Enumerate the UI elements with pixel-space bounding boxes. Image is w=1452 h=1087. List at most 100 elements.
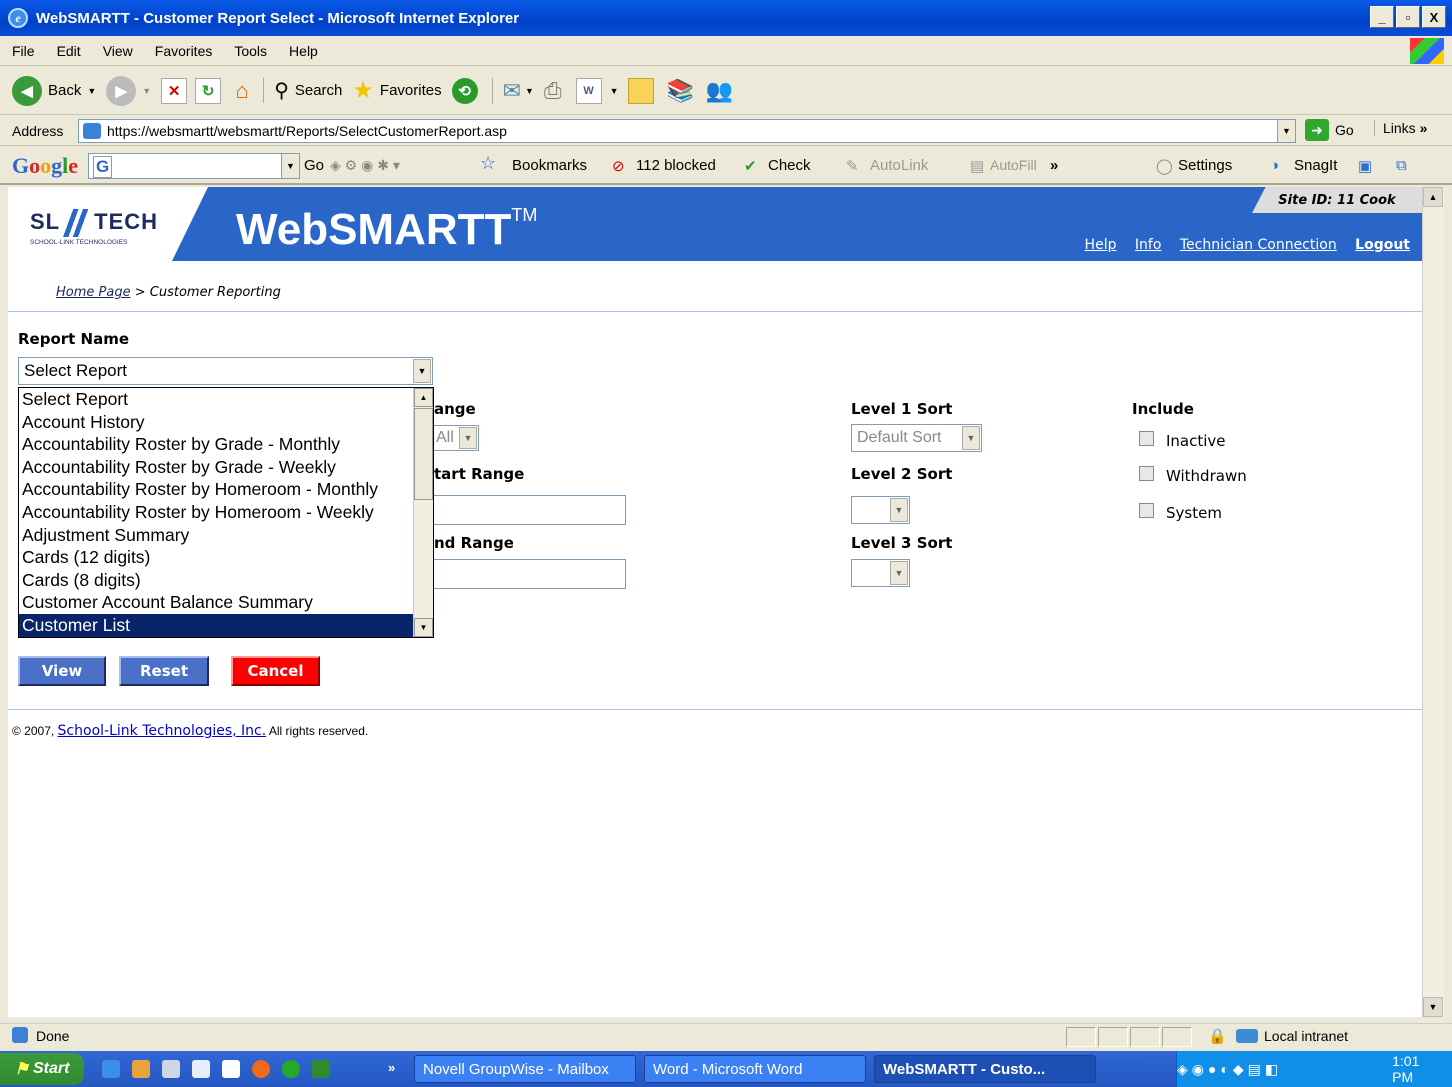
technician-connection-link[interactable]: Technician Connection (1180, 237, 1337, 253)
address-dropdown-icon[interactable]: ▼ (1277, 120, 1295, 142)
favorites-star-icon: ★ (352, 77, 374, 104)
company-link[interactable]: School-Link Technologies, Inc. (58, 723, 267, 739)
search-button[interactable]: ⚲ Search (263, 78, 342, 103)
inactive-checkbox[interactable] (1139, 431, 1154, 446)
report-option[interactable]: Accountability Roster by Homeroom - Week… (19, 501, 433, 524)
page-scroll-up-icon[interactable]: ▲ (1423, 187, 1443, 207)
menu-tools[interactable]: Tools (234, 43, 267, 59)
autolink-button[interactable]: AutoLink (870, 157, 928, 174)
quicklaunch-notepad-icon[interactable] (162, 1060, 180, 1078)
cancel-button[interactable]: Cancel (231, 656, 320, 686)
withdrawn-checkbox[interactable] (1139, 466, 1154, 481)
end-range-label: nd Range (434, 534, 514, 552)
quicklaunch-more-icon[interactable]: » (388, 1060, 395, 1075)
home-page-link[interactable]: Home Page (56, 285, 131, 300)
task-websmartt[interactable]: WebSMARTT - Custo... (874, 1055, 1096, 1083)
reset-button[interactable]: Reset (119, 656, 209, 686)
forward-button[interactable]: ▶ ▼ (106, 75, 151, 106)
start-button[interactable]: ⚑ Start (0, 1053, 84, 1085)
level3-dropdown-icon[interactable]: ▼ (890, 561, 908, 585)
scroll-thumb[interactable] (414, 408, 433, 500)
autofill-button[interactable]: AutoFill (990, 157, 1037, 173)
favorites-button[interactable]: ★ Favorites (352, 76, 441, 105)
address-url: https://websmartt/websmartt/Reports/Sele… (107, 123, 507, 139)
quicklaunch-app-icon[interactable] (132, 1060, 150, 1078)
range-dropdown-icon[interactable]: ▼ (459, 427, 477, 449)
quicklaunch-ie7-icon[interactable] (282, 1060, 300, 1078)
print-icon[interactable]: ⎙ (544, 78, 562, 104)
research-icon[interactable]: 📚 (666, 78, 693, 104)
menu-help[interactable]: Help (289, 43, 318, 59)
google-more-icon[interactable]: » (1050, 157, 1058, 174)
report-select[interactable]: Select Report ▼ (18, 357, 433, 385)
maximize-button[interactable]: ▫ (1396, 6, 1420, 28)
stop-icon[interactable]: ✕ (161, 77, 188, 104)
history-icon[interactable]: ⟲ (451, 77, 478, 104)
quicklaunch-excel-icon[interactable] (312, 1060, 330, 1078)
links-button[interactable]: Links » (1374, 120, 1427, 136)
dropdown-scrollbar[interactable]: ▲ ▼ (413, 388, 433, 637)
level1-dropdown-icon[interactable]: ▼ (962, 426, 980, 450)
info-link[interactable]: Info (1135, 237, 1162, 253)
report-option[interactable]: Cards (12 digits) (19, 546, 433, 569)
close-button[interactable]: X (1422, 6, 1446, 28)
check-button[interactable]: Check (768, 157, 811, 174)
settings-button[interactable]: Settings (1178, 157, 1232, 174)
page-scroll-down-icon[interactable]: ▼ (1423, 997, 1443, 1017)
level2-dropdown-icon[interactable]: ▼ (890, 498, 908, 522)
level2-sort-select[interactable]: ▼ (851, 496, 910, 524)
edit-word-icon[interactable]: W (575, 77, 602, 104)
report-option[interactable]: Select Report (19, 388, 433, 411)
report-option[interactable]: Adjustment Summary (19, 524, 433, 547)
report-option[interactable]: Accountability Roster by Homeroom - Mont… (19, 478, 433, 501)
minimize-button[interactable]: _ (1370, 6, 1394, 28)
report-option-selected[interactable]: Customer List (19, 613, 433, 637)
report-option[interactable]: Customer Account Balance Summary (19, 591, 433, 614)
scroll-up-icon[interactable]: ▲ (414, 388, 433, 407)
refresh-icon[interactable]: ↻ (195, 77, 222, 104)
google-go-button[interactable]: Go (304, 157, 324, 174)
level1-sort-select[interactable]: Default Sort ▼ (851, 424, 982, 452)
report-option[interactable]: Accountability Roster by Grade - Monthly (19, 433, 433, 456)
logout-link[interactable]: Logout (1355, 237, 1410, 253)
help-link[interactable]: Help (1085, 237, 1117, 253)
menu-favorites[interactable]: Favorites (155, 43, 213, 59)
end-range-input[interactable] (418, 559, 626, 589)
start-range-input[interactable] (418, 495, 626, 525)
report-select-dropdown-icon[interactable]: ▼ (413, 359, 431, 383)
address-input[interactable]: https://websmartt/websmartt/Reports/Sele… (78, 119, 1296, 143)
back-button[interactable]: ◀ Back ▼ (12, 75, 96, 106)
snagit-window-icon[interactable]: ▣ (1358, 157, 1372, 175)
menu-edit[interactable]: Edit (57, 43, 81, 59)
system-checkbox[interactable] (1139, 503, 1154, 518)
mail-icon[interactable]: ✉ (491, 77, 521, 104)
quicklaunch-vc-icon[interactable] (222, 1060, 240, 1078)
google-search-dropdown-icon[interactable]: ▼ (281, 154, 299, 178)
go-button[interactable]: ➜ Go (1305, 119, 1354, 141)
status-pane (1162, 1027, 1192, 1047)
messenger-icon[interactable]: 👥 (706, 78, 733, 104)
bookmarks-button[interactable]: Bookmarks (512, 157, 587, 174)
blocked-count[interactable]: 112 blocked (636, 157, 716, 174)
quicklaunch-ie-icon[interactable] (102, 1060, 120, 1078)
level3-sort-select[interactable]: ▼ (851, 559, 910, 587)
task-groupwise[interactable]: Novell GroupWise - Mailbox (414, 1055, 636, 1083)
task-word[interactable]: Word - Microsoft Word (644, 1055, 866, 1083)
snagit-capture-icon[interactable]: ⧉ (1396, 157, 1407, 174)
quicklaunch-firefox-icon[interactable] (252, 1060, 270, 1078)
page-scrollbar[interactable]: ▲ ▼ (1422, 187, 1444, 1017)
menu-view[interactable]: View (103, 43, 133, 59)
snagit-button[interactable]: SnagIt (1294, 157, 1337, 174)
report-option[interactable]: Account History (19, 411, 433, 434)
report-option[interactable]: Accountability Roster by Grade - Weekly (19, 456, 433, 479)
quicklaunch-word-icon[interactable] (192, 1060, 210, 1078)
report-option[interactable]: Cards (8 digits) (19, 569, 433, 592)
discuss-icon[interactable] (628, 77, 655, 104)
menu-file[interactable]: File (12, 43, 35, 59)
view-button[interactable]: View (18, 656, 106, 686)
home-icon[interactable]: ⌂ (229, 78, 255, 104)
scroll-down-icon[interactable]: ▼ (414, 618, 433, 637)
start-label: Start (32, 1060, 70, 1077)
tray-icons[interactable]: ◈◉●◐◆▤◧ (1177, 1061, 1282, 1078)
google-search-input[interactable]: G ▼ (88, 153, 300, 179)
